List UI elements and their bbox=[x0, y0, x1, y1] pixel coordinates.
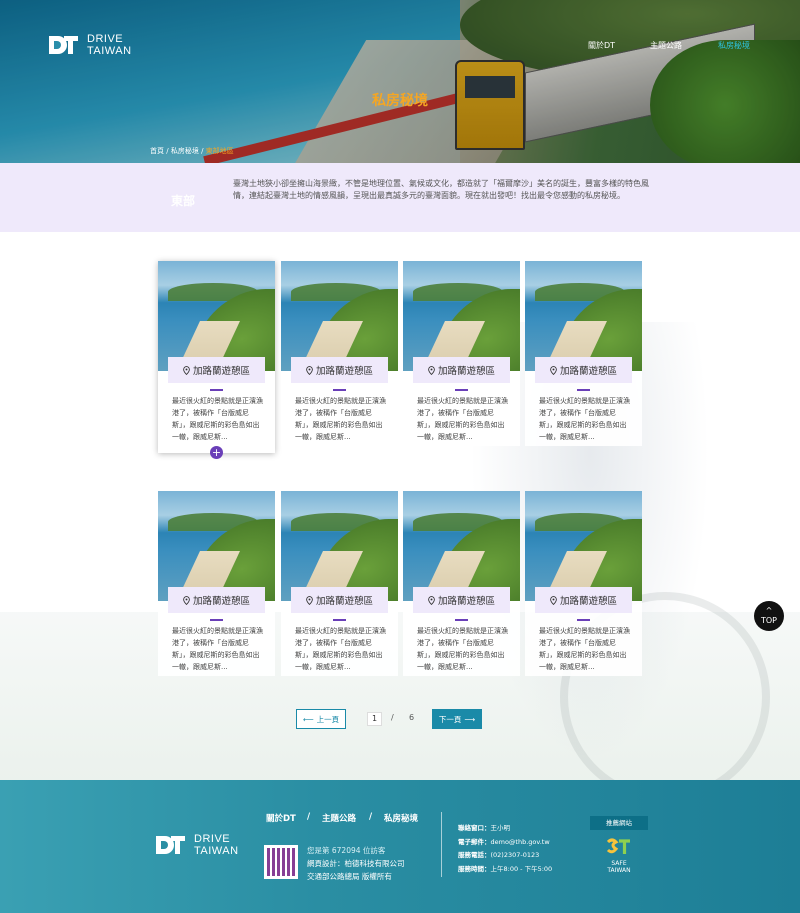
content-background bbox=[0, 232, 800, 780]
location-pin-icon bbox=[183, 595, 190, 605]
card-description: 最近很火紅的景點就是正濱漁港了，被稱作「台版威尼斯」，跟威尼斯的彩色島如出一轍，… bbox=[172, 627, 263, 671]
page-current[interactable]: 1 bbox=[367, 712, 382, 726]
card-title: 加路蘭遊憩區 bbox=[535, 587, 632, 613]
attraction-card[interactable]: 加路蘭遊憩區最近很火紅的景點就是正濱漁港了，被稱作「台版威尼斯」，跟威尼斯的彩色… bbox=[525, 261, 642, 446]
logo-line2: TAIWAN bbox=[87, 45, 132, 57]
attraction-card[interactable]: 加路蘭遊憩區最近很火紅的景點就是正濱漁港了，被稱作「台版威尼斯」，跟威尼斯的彩色… bbox=[281, 261, 398, 446]
breadcrumb-section[interactable]: 私房秘境 bbox=[171, 147, 199, 155]
footer-divider bbox=[441, 812, 442, 877]
dt-logo-icon bbox=[156, 836, 185, 854]
attraction-card[interactable]: 加路蘭遊憩區最近很火紅的景點就是正濱漁港了，被稱作「台版威尼斯」，跟威尼斯的彩色… bbox=[403, 491, 520, 676]
card-divider bbox=[210, 619, 223, 621]
footer-nav-about[interactable]: 關於DT bbox=[266, 812, 296, 824]
arrow-right-icon: ⟶ bbox=[464, 714, 476, 724]
dt-logo-icon bbox=[49, 36, 78, 54]
breadcrumb: 首頁 / 私房秘境 / 東部地區 bbox=[150, 147, 234, 155]
card-description: 最近很火紅的景點就是正濱漁港了，被稱作「台版威尼斯」，跟威尼斯的彩色島如出一轍，… bbox=[539, 397, 630, 441]
card-title: 加路蘭遊憩區 bbox=[413, 357, 510, 383]
card-divider bbox=[210, 389, 223, 391]
design-credit: 網頁設計：柏德科技有限公司 bbox=[307, 859, 405, 868]
card-image bbox=[403, 261, 520, 371]
chevron-up-icon: ^ bbox=[765, 606, 773, 615]
back-to-top-button[interactable]: ^ TOP bbox=[754, 601, 784, 631]
nav-themes[interactable]: 主題公路 bbox=[650, 40, 682, 51]
breadcrumb-home[interactable]: 首頁 bbox=[150, 147, 164, 155]
card-description: 最近很火紅的景點就是正濱漁港了，被稱作「台版威尼斯」，跟威尼斯的彩色島如出一轍，… bbox=[295, 397, 386, 441]
page-separator: / bbox=[391, 713, 394, 722]
contact-email[interactable]: demo@thb.gov.tw bbox=[491, 838, 550, 846]
attraction-card[interactable]: 加路蘭遊憩區最近很火紅的景點就是正濱漁港了，被稱作「台版威尼斯」，跟威尼斯的彩色… bbox=[403, 261, 520, 446]
prev-page-button[interactable]: ⟵ 上一頁 bbox=[296, 709, 346, 729]
card-title: 加路蘭遊憩區 bbox=[291, 587, 388, 613]
attraction-card[interactable]: 加路蘭遊憩區最近很火紅的景點就是正濱漁港了，被稱作「台版威尼斯」，跟威尼斯的彩色… bbox=[158, 261, 275, 459]
qr-code bbox=[264, 845, 298, 879]
nav-about[interactable]: 關於DT bbox=[588, 40, 615, 51]
region-name: 東部 bbox=[171, 194, 196, 208]
card-divider bbox=[333, 389, 346, 391]
nav-secret[interactable]: 私房秘境 bbox=[718, 40, 750, 51]
location-pin-icon bbox=[306, 365, 313, 375]
card-divider bbox=[455, 389, 468, 391]
card-image bbox=[525, 491, 642, 601]
location-pin-icon bbox=[428, 365, 435, 375]
card-divider bbox=[577, 389, 590, 391]
footer-nav-themes[interactable]: 主題公路 bbox=[322, 812, 356, 824]
card-divider bbox=[333, 619, 346, 621]
card-divider bbox=[577, 619, 590, 621]
location-pin-icon bbox=[183, 365, 190, 375]
page-title: 私房秘境 bbox=[372, 93, 428, 109]
copyright: 交通部公路總局 版權所有 bbox=[307, 872, 392, 881]
location-pin-icon bbox=[550, 595, 557, 605]
card-image bbox=[403, 491, 520, 601]
attraction-card[interactable]: 加路蘭遊憩區最近很火紅的景點就是正濱漁港了，被稱作「台版威尼斯」，跟威尼斯的彩色… bbox=[158, 491, 275, 676]
card-description: 最近很火紅的景點就是正濱漁港了，被稱作「台版威尼斯」，跟威尼斯的彩色島如出一轍，… bbox=[539, 627, 630, 671]
attraction-card[interactable]: 加路蘭遊憩區最近很火紅的景點就是正濱漁港了，被稱作「台版威尼斯」，跟威尼斯的彩色… bbox=[281, 491, 398, 676]
card-description: 最近很火紅的景點就是正濱漁港了，被稱作「台版威尼斯」，跟威尼斯的彩色島如出一轍，… bbox=[417, 397, 508, 441]
card-title: 加路蘭遊憩區 bbox=[291, 357, 388, 383]
site-logo[interactable]: DRIVE TAIWAN bbox=[47, 33, 132, 57]
card-image bbox=[281, 261, 398, 371]
breadcrumb-current: 東部地區 bbox=[205, 147, 234, 155]
card-divider bbox=[455, 619, 468, 621]
card-image bbox=[525, 261, 642, 371]
visitor-count: 您是第 672094 位訪客 bbox=[307, 846, 386, 855]
card-image bbox=[158, 261, 275, 371]
footer-nav-secret[interactable]: 私房秘境 bbox=[384, 812, 418, 824]
location-pin-icon bbox=[306, 595, 313, 605]
location-pin-icon bbox=[550, 365, 557, 375]
card-title: 加路蘭遊憩區 bbox=[168, 587, 265, 613]
arrow-left-icon: ⟵ bbox=[302, 714, 314, 724]
page-total: 6 bbox=[409, 713, 415, 722]
card-description: 最近很火紅的景點就是正濱漁港了，被稱作「台版威尼斯」，跟威尼斯的彩色島如出一轍，… bbox=[295, 627, 386, 671]
safe-taiwan-logo-icon bbox=[606, 838, 630, 854]
card-title: 加路蘭遊憩區 bbox=[168, 357, 265, 383]
logo-line1: DRIVE bbox=[87, 33, 124, 45]
recommended-sites-tag: 推薦網站 bbox=[590, 816, 648, 830]
footer-info: 您是第 672094 位訪客 網頁設計：柏德科技有限公司 交通部公路總局 版權所… bbox=[307, 844, 405, 883]
region-description: 臺灣土地狹小卻坐擁山海景緻，不管是地理位置、氣候或文化，都造就了「福爾摩沙」美名… bbox=[233, 179, 649, 200]
next-page-button[interactable]: 下一頁 ⟶ bbox=[432, 709, 482, 729]
contact-info: 聯絡窗口：王小明 電子郵件：demo@thb.gov.tw 服務電話：(02)2… bbox=[458, 824, 553, 873]
safe-taiwan-link[interactable]: SAFE TAIWAN bbox=[604, 838, 634, 874]
card-title: 加路蘭遊憩區 bbox=[535, 357, 632, 383]
card-image bbox=[158, 491, 275, 601]
card-image bbox=[281, 491, 398, 601]
card-title: 加路蘭遊憩區 bbox=[413, 587, 510, 613]
card-description: 最近很火紅的景點就是正濱漁港了，被稱作「台版威尼斯」，跟威尼斯的彩色島如出一轍，… bbox=[417, 627, 508, 671]
card-more-button[interactable]: + bbox=[210, 446, 223, 459]
hero-banner bbox=[0, 0, 800, 163]
footer-logo[interactable]: DRIVE TAIWAN bbox=[154, 833, 239, 857]
location-pin-icon bbox=[428, 595, 435, 605]
attraction-card[interactable]: 加路蘭遊憩區最近很火紅的景點就是正濱漁港了，被稱作「台版威尼斯」，跟威尼斯的彩色… bbox=[525, 491, 642, 676]
card-description: 最近很火紅的景點就是正濱漁港了，被稱作「台版威尼斯」，跟威尼斯的彩色島如出一轍，… bbox=[172, 397, 263, 441]
